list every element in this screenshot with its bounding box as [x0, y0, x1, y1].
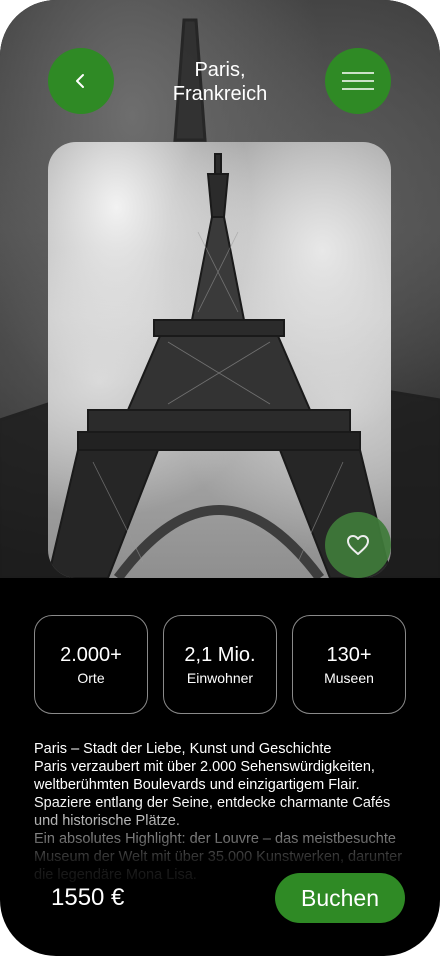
page-title: Paris, Frankreich — [130, 58, 310, 106]
back-button[interactable] — [48, 48, 114, 114]
heart-outline-icon — [347, 535, 369, 555]
stat-label: Einwohner — [186, 669, 254, 686]
stat-value: 2.000+ — [60, 643, 122, 666]
stat-value: 130+ — [326, 643, 372, 666]
stat-card-population: 2,1 Mio. Einwohner — [163, 615, 277, 714]
stat-card-museums: 130+ Museen — [292, 615, 406, 714]
title-line-city: Paris, — [194, 59, 246, 81]
stat-label: Museen — [324, 669, 374, 686]
menu-button[interactable] — [325, 48, 391, 114]
stat-label: Orte — [77, 669, 105, 686]
book-button[interactable]: Buchen — [275, 873, 405, 923]
stats-row: 2.000+ Orte 2,1 Mio. Einwohner 130+ Muse… — [34, 615, 406, 714]
favorite-button[interactable] — [325, 512, 391, 578]
stat-card-places: 2.000+ Orte — [34, 615, 148, 714]
chevron-left-icon — [76, 74, 84, 88]
title-line-country: Frankreich — [172, 83, 268, 105]
eiffel-tower-photo — [48, 142, 391, 578]
price-label: 1550 € — [51, 884, 125, 911]
phone-screen: Paris, Frankreich 2.000+ Orte 2,1 Mio. E… — [0, 0, 440, 956]
hamburger-menu-icon — [342, 72, 374, 90]
stat-value: 2,1 Mio. — [184, 643, 256, 666]
